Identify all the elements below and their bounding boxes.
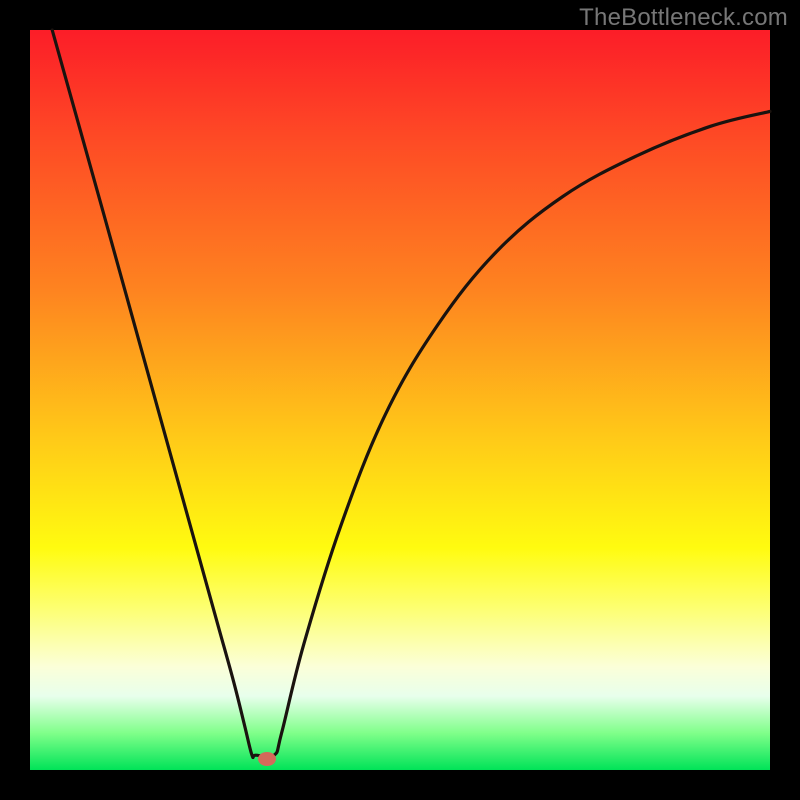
curve-path [52,30,770,758]
chart-frame: TheBottleneck.com [0,0,800,800]
curve-svg [30,30,770,770]
watermark-text: TheBottleneck.com [579,4,788,32]
plot-area [30,30,770,770]
marker-dot [258,752,276,766]
